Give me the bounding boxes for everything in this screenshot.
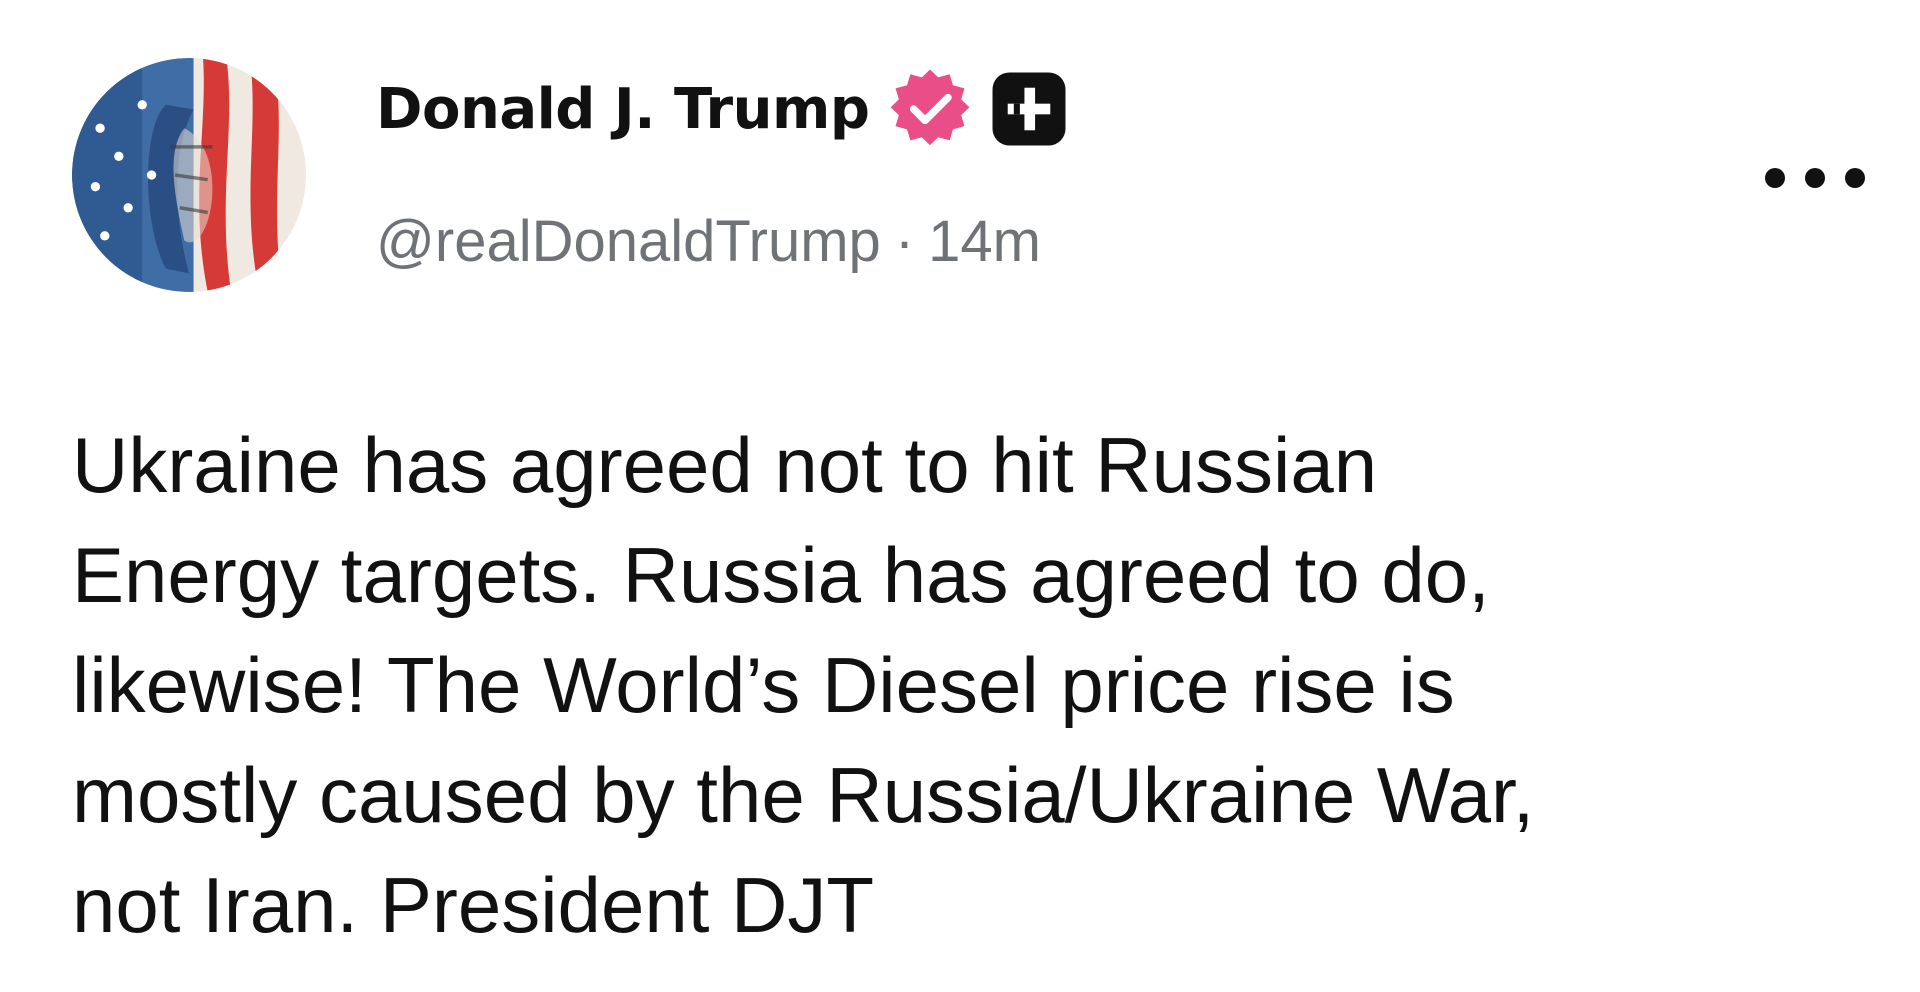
more-horizontal-icon [1765, 168, 1865, 188]
post-text-line: Ukraine has agreed not to hit Russian [72, 421, 1378, 509]
more-options-button[interactable] [1760, 156, 1870, 200]
more-dot [1805, 168, 1825, 188]
post-card: Donald J. Trump @realDonaldTrump·14m U [0, 0, 1920, 992]
post-text-line: Energy targets. Russia has agreed to do, [72, 531, 1490, 619]
post-text-line: likewise! The World’s Diesel price rise … [72, 641, 1455, 729]
author-handle[interactable]: @realDonaldTrump [376, 209, 881, 274]
post-text: Ukraine has agreed not to hit Russian En… [72, 410, 1872, 960]
post-text-line: not Iran. President DJT [72, 861, 875, 949]
flag-portrait-avatar-icon [72, 58, 306, 292]
more-dot [1765, 168, 1785, 188]
author-meta-row: @realDonaldTrump · 14m [376, 208, 1041, 275]
post-timestamp[interactable]: 14m [928, 209, 1041, 274]
post-text-line: mostly caused by the Russia/Ukraine War, [72, 751, 1535, 839]
more-dot [1845, 168, 1865, 188]
avatar[interactable] [72, 58, 306, 292]
meta-separator: · [894, 209, 915, 274]
plus-badge-icon [991, 71, 1067, 147]
author-name-row: Donald J. Trump [376, 68, 1067, 150]
display-name[interactable]: Donald J. Trump [376, 77, 870, 142]
verified-badge-icon [889, 68, 971, 150]
